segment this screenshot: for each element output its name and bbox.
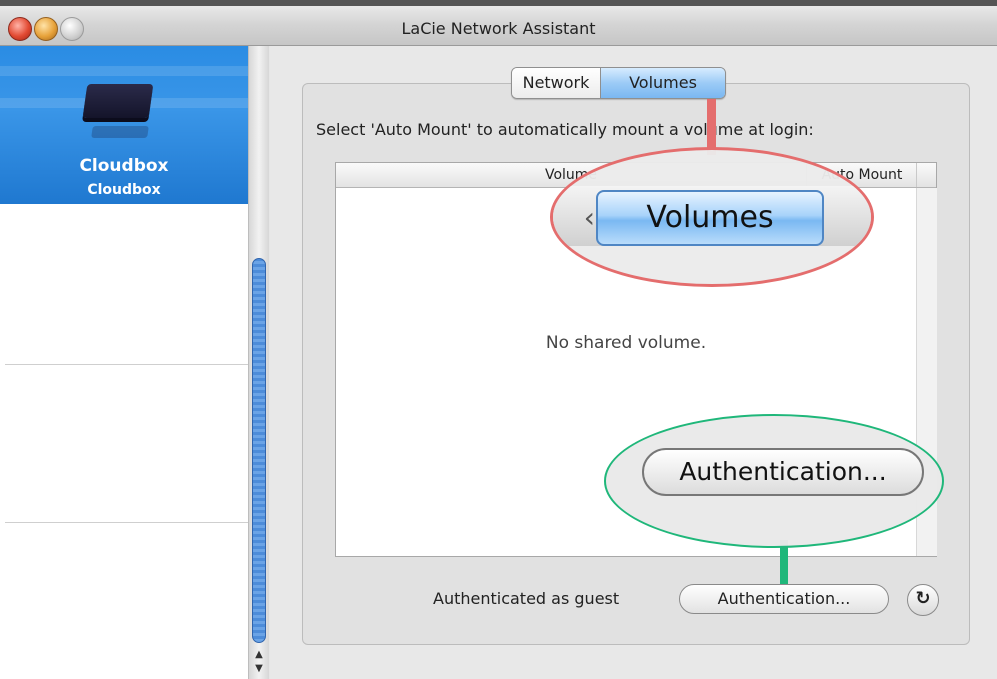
device-subtitle: Cloudbox [87,182,161,198]
window-title: LaCie Network Assistant [401,19,596,38]
authentication-button[interactable]: Authentication... [679,584,889,614]
window-top-edge [0,0,997,6]
scroll-up-arrow-icon[interactable]: ▲ [252,648,266,662]
title-bar: LaCie Network Assistant [0,0,997,46]
tab-bar: Network Volumes [511,67,726,99]
scroll-down-arrow-icon[interactable]: ▼ [252,662,266,676]
empty-table-message: No shared volume. [545,333,707,353]
list-divider [5,364,248,365]
instruction-text: Select 'Auto Mount' to automatically mou… [316,120,814,139]
tab-volumes[interactable]: Volumes [601,68,725,98]
callout-authentication-zoom: Authentication... [604,414,944,548]
refresh-icon: ↻ [915,588,931,609]
callout-volumes-zoom: ‹ Volumes [550,147,874,287]
refresh-button[interactable]: ↻ [907,584,939,616]
zoomed-authentication-button: Authentication... [642,448,924,496]
device-reflection [91,126,149,138]
zoomed-volumes-tab: Volumes [596,190,824,246]
authentication-status: Authenticated as guest [433,589,620,608]
device-list-item[interactable]: Cloudbox Cloudbox [0,46,248,204]
nas-device-icon [82,84,154,118]
zoomed-tab-edge: ‹ [583,201,595,234]
list-divider [5,522,248,523]
device-sidebar: Cloudbox Cloudbox [0,46,249,679]
tab-network[interactable]: Network [512,68,601,98]
header-corner [916,163,937,187]
scrollbar-thumb[interactable] [252,258,266,643]
device-name: Cloudbox [79,156,169,176]
highlight-stripe [0,66,248,76]
